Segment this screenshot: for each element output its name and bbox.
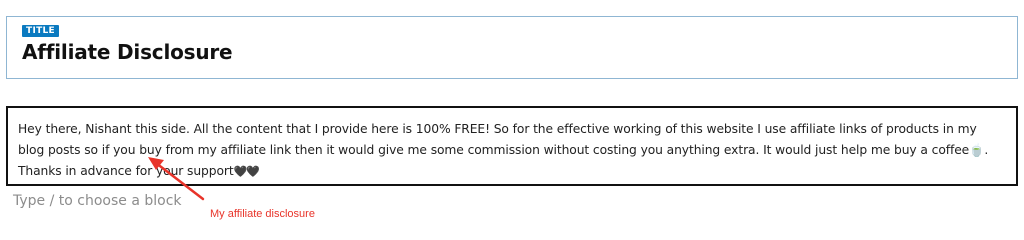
page-title[interactable]: Affiliate Disclosure: [22, 39, 233, 65]
title-block[interactable]: TITLE Affiliate Disclosure: [6, 16, 1018, 79]
paragraph-text[interactable]: Hey there, Nishant this side. All the co…: [18, 119, 1004, 182]
annotation-label: My affiliate disclosure: [210, 208, 315, 220]
paragraph-main-text: Hey there, Nishant this side. All the co…: [18, 122, 977, 157]
hearts-icon: 🖤🖤: [233, 165, 260, 178]
editor-canvas: TITLE Affiliate Disclosure Hey there, Ni…: [0, 0, 1024, 240]
block-placeholder[interactable]: Type / to choose a block: [13, 191, 182, 211]
paragraph-block[interactable]: Hey there, Nishant this side. All the co…: [6, 106, 1018, 186]
block-type-badge: TITLE: [22, 25, 60, 37]
coffee-icon: 🍵: [969, 143, 985, 157]
